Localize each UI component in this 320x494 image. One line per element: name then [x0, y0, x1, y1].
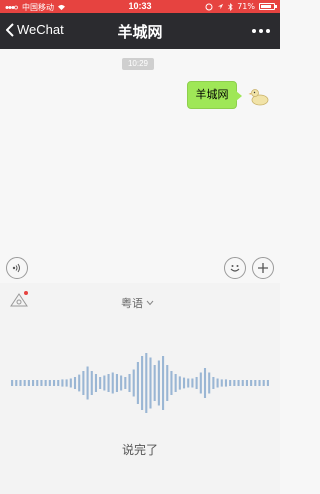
location-icon [218, 3, 224, 10]
smiley-icon [230, 265, 240, 272]
waveform-bar [44, 380, 47, 386]
waveform-bar [157, 360, 160, 406]
waveform-bar [40, 380, 43, 386]
waveform-bar [199, 372, 202, 394]
waveform-bar [11, 380, 14, 386]
status-right: 71% [205, 2, 277, 11]
voice-input-panel: 粤语 说完了 [0, 283, 280, 494]
waveform-bar [174, 374, 177, 392]
waveform-bar [111, 372, 114, 394]
chat-title: 羊城网 [117, 23, 163, 41]
waveform-bar [195, 377, 198, 389]
waveform-bar [220, 379, 223, 387]
waveform-bar [27, 380, 30, 386]
waveform-bar [78, 374, 81, 392]
waveform-bar [233, 380, 236, 386]
waveform-bar [19, 380, 22, 386]
waveform-bar [120, 375, 123, 391]
language-label: 粤语 [121, 297, 143, 310]
status-bar: 中国移动 10:33 71% [0, 0, 280, 13]
waveform-bar [103, 375, 106, 391]
message-timestamp: 10:29 [122, 58, 154, 70]
waveform-bar [203, 368, 207, 398]
waveform-bar [191, 378, 194, 388]
nav-bar: WeChat 羊城网 [0, 13, 280, 49]
waveform-bar [166, 365, 169, 401]
waveform-bar [23, 380, 26, 386]
waveform-bar [262, 380, 265, 386]
waveform-bar [107, 374, 110, 392]
waveform-bar [153, 365, 156, 401]
waveform-bar [115, 374, 118, 392]
more-dot-icon [259, 29, 263, 33]
waveform-bar [57, 380, 60, 386]
battery-icon [259, 3, 277, 10]
waveform-bar [162, 356, 165, 410]
message-bubble-outgoing[interactable]: 羊城网 [187, 81, 242, 109]
voice-waveform [11, 353, 269, 413]
waveform-bar [52, 380, 56, 386]
waveform-bar [94, 374, 98, 392]
waveform-bar [15, 380, 18, 386]
waveform-bar [241, 380, 244, 386]
waveform-bar [99, 377, 102, 389]
notification-dot [24, 291, 28, 295]
avatar[interactable] [247, 84, 271, 108]
waveform-bar [212, 377, 215, 389]
waveform-bar [245, 380, 248, 386]
waveform-bar [170, 371, 173, 395]
more-functions-button[interactable] [252, 257, 274, 279]
waveform-bar [61, 379, 64, 387]
waveform-bar [69, 378, 72, 388]
emoji-button[interactable] [224, 257, 246, 279]
waveform-bar [208, 372, 211, 394]
bluetooth-icon [228, 2, 233, 11]
waveform-bar [182, 377, 186, 389]
waveform-bar [258, 380, 261, 386]
voice-wave-icon [12, 263, 20, 273]
waveform-bar [136, 362, 139, 404]
alarm-icon [205, 3, 213, 10]
more-dot-icon [266, 29, 270, 33]
battery-percent: 71% [237, 2, 255, 11]
waveform-bar [229, 380, 232, 386]
chevron-down-icon [146, 300, 154, 306]
waveform-bar [178, 376, 181, 390]
waveform-bar [224, 379, 228, 387]
done-speaking-button[interactable]: 说完了 [0, 441, 280, 458]
settings-icon[interactable] [10, 293, 28, 307]
waveform-bar [237, 380, 240, 386]
waveform-bar [254, 380, 257, 386]
plus-icon [258, 263, 268, 273]
waveform-bar [145, 353, 148, 413]
waveform-bar [141, 356, 144, 410]
waveform-bar [90, 371, 93, 395]
more-dot-icon [252, 29, 256, 33]
waveform-bar [32, 380, 35, 386]
waveform-bar [86, 366, 89, 400]
waveform-bar [36, 380, 39, 386]
waveform-bar [65, 379, 68, 387]
waveform-bar [128, 374, 131, 392]
waveform-bar [250, 380, 253, 386]
waveform-bar [124, 377, 127, 389]
waveform-bar [266, 380, 269, 386]
waveform-bar [132, 369, 135, 397]
waveform-bar [216, 378, 219, 388]
more-button[interactable] [252, 29, 270, 33]
waveform-bar [48, 380, 51, 386]
waveform-bar [82, 371, 85, 395]
waveform-bar [187, 378, 190, 388]
waveform-bar [73, 377, 77, 389]
voice-toggle-button[interactable] [6, 257, 28, 279]
language-selector[interactable]: 粤语 [121, 295, 154, 311]
waveform-bar [149, 357, 152, 409]
